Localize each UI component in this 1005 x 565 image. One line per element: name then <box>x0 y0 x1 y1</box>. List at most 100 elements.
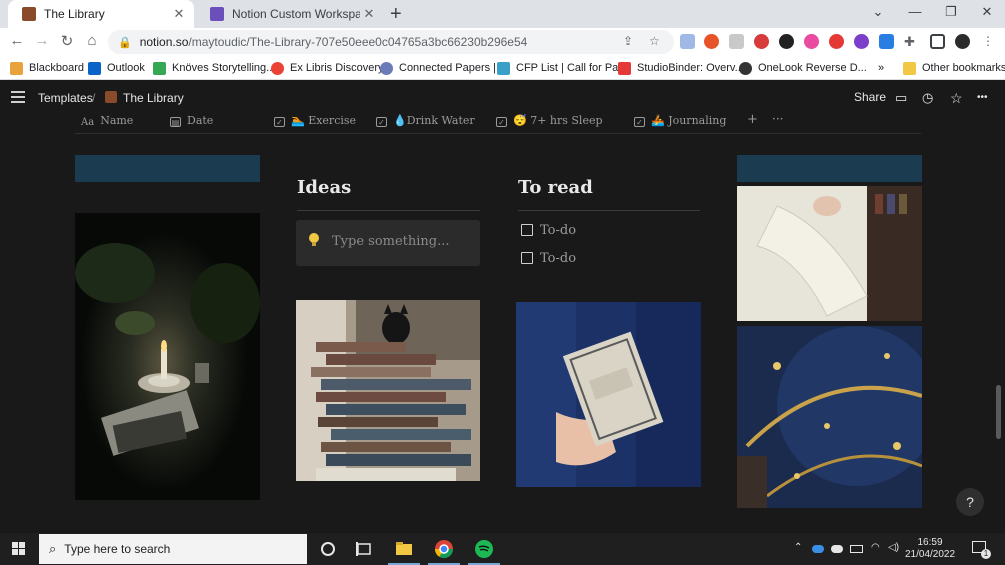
tab-title: Notion Custom Workspace Ques <box>232 7 360 21</box>
show-hidden-icons-chevron[interactable]: ⌃ <box>794 542 802 553</box>
other-bookmarks-folder[interactable]: Other bookmarks <box>903 60 1005 76</box>
bookmark-star-icon[interactable]: ☆ <box>649 34 660 48</box>
sidebar-toggle-icon[interactable] <box>11 91 25 103</box>
ideas-callout[interactable]: Type something... <box>296 220 480 266</box>
breadcrumb-page-title[interactable]: The Library <box>123 91 184 105</box>
tab-the-library[interactable]: The Library ✕ <box>8 0 194 28</box>
share-page-icon[interactable]: ⇪ <box>623 34 633 48</box>
url-path: /maytoudic/The-Library-707e50eee0c04765a… <box>188 35 528 49</box>
bookmark-studiobinder[interactable]: StudioBinder: Overv... <box>618 60 744 76</box>
restore-button[interactable]: ❐ <box>941 4 961 20</box>
prop-date[interactable]: ▤ Date <box>170 114 213 127</box>
forward-button[interactable]: → <box>32 32 52 49</box>
todo-checkbox[interactable] <box>521 224 533 236</box>
google-drive-icon <box>153 61 166 75</box>
side-panel-icon[interactable] <box>930 34 945 49</box>
onelook-icon <box>739 61 752 75</box>
property-more-button[interactable]: ··· <box>772 112 783 126</box>
connected-papers-icon <box>380 61 393 75</box>
bookmark-onelook[interactable]: OneLook Reverse D... <box>739 60 867 76</box>
todo-label[interactable]: To-do <box>540 223 576 238</box>
prop-drink-water[interactable]: ✓ 💧Drink Water <box>376 114 475 127</box>
to-read-divider <box>518 210 700 211</box>
books-photo-art <box>296 300 480 481</box>
chrome-icon[interactable] <box>434 539 454 559</box>
breadcrumb-templates[interactable]: Templates <box>38 91 93 105</box>
windows-start-icon[interactable] <box>12 542 26 556</box>
tab-notion-custom-workspace[interactable]: Notion Custom Workspace Ques ✕ <box>196 0 384 28</box>
help-button[interactable]: ? <box>956 488 984 516</box>
todo-label[interactable]: To-do <box>540 251 576 266</box>
globe-photo-art <box>737 326 922 508</box>
profile-avatar[interactable] <box>955 34 970 49</box>
ideas-heading: Ideas <box>297 177 352 198</box>
bookmark-knoves[interactable]: Knöves Storytelling... <box>153 60 275 76</box>
extensions-puzzle-icon[interactable]: ✚ <box>904 34 919 49</box>
taskbar-search-box[interactable]: ⌕ Type here to search <box>39 534 307 564</box>
close-tab-icon[interactable]: ✕ <box>360 6 378 22</box>
checkbox-prop-icon: ✓ <box>274 117 285 127</box>
red-extension-icon[interactable] <box>829 34 844 49</box>
close-tab-icon[interactable]: ✕ <box>170 6 188 22</box>
text-prop-icon: Aa <box>81 117 95 128</box>
wifi-icon[interactable]: ◠ <box>871 542 880 553</box>
page-more-button[interactable]: ••• <box>977 92 988 103</box>
blue-extension-icon[interactable] <box>879 34 894 49</box>
tab-search-button[interactable]: ⌄ <box>868 4 888 20</box>
onedrive-icon[interactable] <box>812 545 824 553</box>
prop-journaling[interactable]: ✓ 🚣 Journaling <box>634 114 726 127</box>
bookmark-connected-papers[interactable]: Connected Papers |... <box>380 60 505 76</box>
new-tab-button[interactable]: + <box>390 3 402 26</box>
taskbar-clock[interactable]: 16:59 21/04/2022 <box>905 537 955 561</box>
prop-name[interactable]: Aa Name <box>81 114 133 128</box>
browser-menu-icon[interactable]: ⋮ <box>982 34 997 49</box>
add-property-button[interactable]: + <box>747 112 758 127</box>
prop-exercise[interactable]: ✓ 🏊 Exercise <box>274 114 356 127</box>
page-scrollbar[interactable] <box>996 385 1001 439</box>
battery-icon[interactable] <box>850 545 863 553</box>
callout-placeholder[interactable]: Type something... <box>332 234 450 249</box>
bookmark-blackboard[interactable]: Blackboard <box>10 60 84 76</box>
prop-label: 💧Drink Water <box>393 114 475 127</box>
c-extension-icon[interactable] <box>804 34 819 49</box>
prop-label: 🚣 Journaling <box>651 114 727 127</box>
minimize-button[interactable]: — <box>905 4 925 19</box>
purple-extension-icon[interactable] <box>854 34 869 49</box>
back-button[interactable]: ← <box>7 32 27 49</box>
address-bar[interactable]: 🔒 notion.so/maytoudic/The-Library-707e50… <box>108 30 674 54</box>
spotify-icon[interactable] <box>474 539 494 559</box>
todo-checkbox[interactable] <box>521 252 533 264</box>
prop-sleep[interactable]: ✓ 😴 7+ hrs Sleep <box>496 114 603 127</box>
browser-toolbar: ← → ↻ ⌂ 🔒 notion.so/maytoudic/The-Librar… <box>0 28 1005 56</box>
search-placeholder: Type here to search <box>64 542 171 556</box>
url-text: notion.so/maytoudic/The-Library-707e50ee… <box>140 35 528 49</box>
prop-label: Name <box>100 114 134 127</box>
todo-item[interactable]: To-do <box>521 222 576 238</box>
bookmark-label: CFP List | Call for Pa... <box>516 62 628 74</box>
calendar-icon: ▤ <box>170 117 181 127</box>
more-bookmarks-button[interactable]: » <box>878 60 884 76</box>
favorite-star-icon[interactable]: ☆ <box>950 90 963 107</box>
volume-icon[interactable]: ◁) <box>888 542 899 553</box>
bookmark-outlook[interactable]: Outlook <box>88 60 145 76</box>
cortana-icon[interactable] <box>318 539 338 559</box>
updates-clock-icon[interactable]: ◷ <box>922 90 933 106</box>
todo-item[interactable]: To-do <box>521 250 576 266</box>
w-extension-icon[interactable] <box>779 34 794 49</box>
cloud-sync-icon[interactable] <box>831 545 843 553</box>
breadcrumb-separator: / <box>92 91 96 105</box>
reload-button[interactable]: ↻ <box>57 32 77 50</box>
home-button[interactable]: ⌂ <box>82 32 102 49</box>
task-view-icon[interactable] <box>354 539 374 559</box>
alert-extension-icon[interactable] <box>704 34 719 49</box>
bookmark-label: Outlook <box>107 62 145 74</box>
comments-icon[interactable]: ▭ <box>895 90 907 106</box>
docs-extension-icon[interactable] <box>680 34 695 49</box>
grey-extension-icon[interactable] <box>729 34 744 49</box>
share-button[interactable]: Share <box>854 90 886 104</box>
bookmark-cfp-list[interactable]: CFP List | Call for Pa... <box>497 60 627 76</box>
adblock-icon[interactable] <box>754 34 769 49</box>
close-window-button[interactable]: ✕ <box>977 4 997 20</box>
bookmark-ex-libris[interactable]: Ex Libris Discovery <box>271 60 384 76</box>
file-explorer-icon[interactable] <box>394 539 414 559</box>
